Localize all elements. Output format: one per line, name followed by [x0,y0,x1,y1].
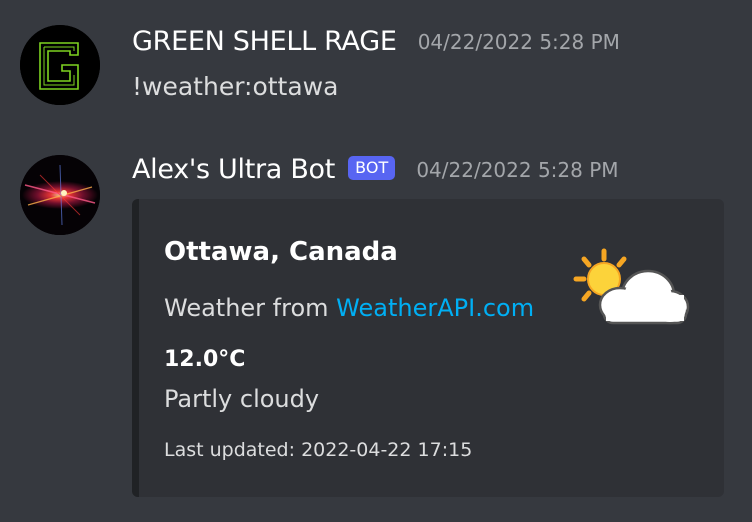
embed-description: Weather from WeatherAPI.com [164,294,534,322]
message-header: Alex's Ultra Bot BOT 04/22/2022 5:28 PM [132,154,619,185]
message-header: GREEN SHELL RAGE 04/22/2022 5:28 PM [132,26,620,57]
embed-title: Ottawa, Canada [164,237,398,267]
message-alexs-ultra-bot: Alex's Ultra Bot BOT 04/22/2022 5:28 PM … [0,140,752,522]
avatar[interactable] [20,25,100,105]
embed-footer: Last updated: 2022-04-22 17:15 [164,439,473,461]
avatar[interactable] [20,155,100,235]
embed-accent-bar [132,199,139,497]
g-logo-icon [20,25,100,105]
partly-cloudy-icon[interactable] [572,247,692,337]
temperature-value: 12.0°C [164,347,246,372]
embed-description-text: Weather from [164,294,337,322]
weatherapi-link[interactable]: WeatherAPI.com [336,294,534,322]
weather-embed: Ottawa, Canada Weather from WeatherAPI.c… [132,199,724,497]
condition-value: Partly cloudy [164,385,320,413]
username[interactable]: Alex's Ultra Bot [132,154,335,185]
username[interactable]: GREEN SHELL RAGE [132,26,397,57]
timestamp: 04/22/2022 5:28 PM [417,29,620,54]
bot-badge: BOT [348,155,396,180]
timestamp: 04/22/2022 5:28 PM [416,157,619,182]
bot-avatar-icon [20,155,100,235]
message-green-shell-rage: GREEN SHELL RAGE 04/22/2022 5:28 PM !wea… [0,0,752,140]
message-content: !weather:ottawa [132,72,339,101]
